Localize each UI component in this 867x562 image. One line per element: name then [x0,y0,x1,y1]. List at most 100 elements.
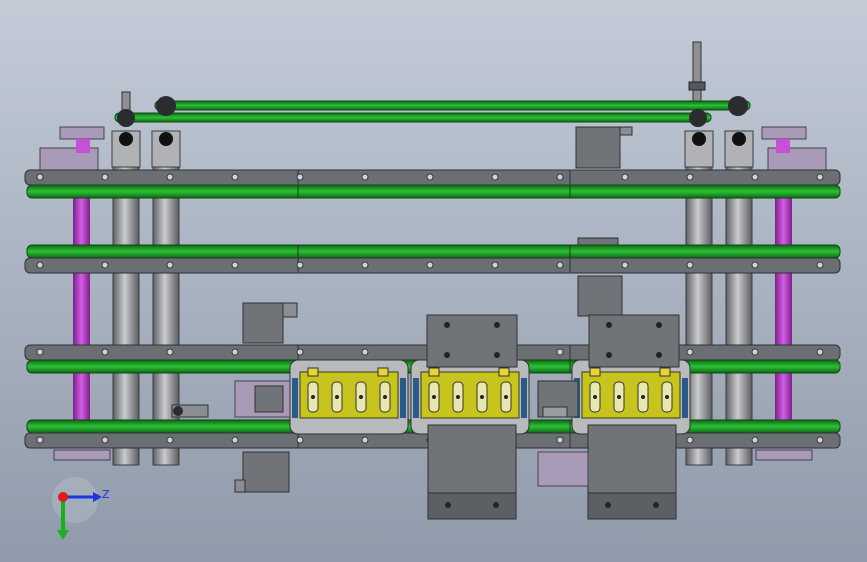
slot-pin [456,395,460,399]
bolt-hole [101,348,109,356]
bolt-hole [36,173,44,181]
bolt-hole [491,173,499,181]
shaft-top-stub-right [692,41,702,103]
carrier [410,359,530,435]
bolt-hole [556,436,564,444]
slot-pin [480,395,484,399]
bolt-hole [296,436,304,444]
bolt-hole [166,261,174,269]
slot-pin [617,395,621,399]
carrier [289,359,409,435]
bolt-hole [296,173,304,181]
bolt-hole [101,261,109,269]
plate-hole [444,322,450,328]
bolt-hole [231,436,239,444]
plate-hole [445,502,451,508]
belt-green [26,184,841,199]
bolt-hole [231,261,239,269]
bolt-hole [361,261,369,269]
slot-pin [359,395,363,399]
shaft-left-purple [73,190,90,422]
carriers [289,359,691,435]
plate-upper [588,314,680,368]
clip [377,367,389,377]
conveyor-assembly-drawing: Z [0,0,867,562]
plate-upper [426,314,518,368]
plate-hole [493,502,499,508]
slot-pin [504,395,508,399]
bolt-hole [36,436,44,444]
bolt-hole [751,261,759,269]
bolt-hole [686,261,694,269]
axis-z-label: Z [102,488,110,501]
bolt-hole [361,348,369,356]
carrier-side [413,378,419,418]
plate-flange [427,492,517,520]
pulley-bl [117,109,135,127]
plate [587,424,677,494]
bolt-hole [491,261,499,269]
bolt-hole [361,436,369,444]
bolt-hole [296,261,304,269]
bolt-hole [816,348,824,356]
carrier-side [292,378,298,418]
plate-hole [605,502,611,508]
clip [428,367,440,377]
bolt-hole [686,173,694,181]
pulley-br [689,109,707,127]
bolt-hole [621,173,629,181]
pulley-tr [728,96,748,116]
bolt-hole [231,173,239,181]
shaft-right-purple [775,190,792,422]
pulley-tl [156,96,176,116]
plate-lower [427,424,517,520]
axis-x-origin-icon [58,492,68,502]
bolt-hole [36,348,44,356]
carrier-side [400,378,406,418]
clip [307,367,319,377]
bolt-hole [361,173,369,181]
bolt-hole [556,173,564,181]
plate [426,314,518,368]
bolt-hole [556,348,564,356]
plate-hole [494,352,500,358]
bolt-hole [686,436,694,444]
bolt-hole [816,261,824,269]
clip [498,367,510,377]
slot-pin [665,395,669,399]
plate-lower [587,424,677,520]
rail-row [24,169,841,199]
plate-hole [444,352,450,358]
carrier-side [521,378,527,418]
bolt-hole [556,261,564,269]
slot-pin [593,395,597,399]
bolt-hole [426,173,434,181]
bolt-hole [101,173,109,181]
clip [659,367,671,377]
bolt-hole [296,348,304,356]
bolt-hole [751,348,759,356]
bolt-hole [816,436,824,444]
plate-flange [587,492,677,520]
bolt-hole [166,436,174,444]
top-belt-upper [154,100,751,111]
bolt-hole [231,348,239,356]
bolt-hole [426,261,434,269]
plate [427,424,517,494]
plate-hole [606,322,612,328]
slot-pin [311,395,315,399]
cad-viewport[interactable]: Z [0,0,867,562]
bolt-hole [751,173,759,181]
plate-hole [653,502,659,508]
bolt-hole [166,173,174,181]
bolt-hole [36,261,44,269]
plate-hole [606,352,612,358]
carrier-side [682,378,688,418]
rail-row [24,244,841,274]
bolt-hole [816,173,824,181]
plate-hole [656,322,662,328]
belt-green [26,244,841,259]
clip [589,367,601,377]
bolt-hole [166,348,174,356]
bolt-hole [686,348,694,356]
